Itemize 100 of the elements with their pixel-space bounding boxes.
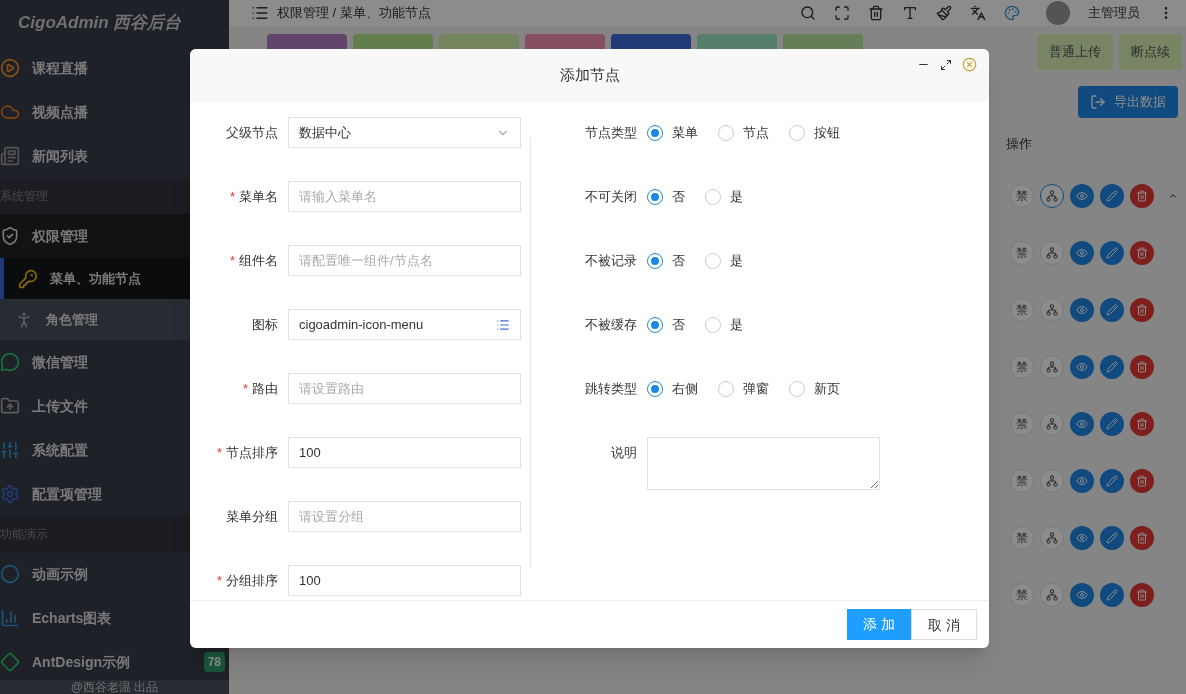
edit-button[interactable]: [1100, 582, 1124, 607]
ban-button[interactable]: 禁: [1010, 183, 1034, 208]
sidebar-footer: @西谷老温 出品: [0, 680, 229, 694]
translate-icon[interactable]: [970, 5, 986, 21]
view-button[interactable]: [1070, 525, 1094, 550]
view-button[interactable]: [1070, 468, 1094, 493]
radio-option[interactable]: 弹窗: [718, 378, 769, 399]
ban-button[interactable]: 禁: [1010, 411, 1034, 436]
trash-icon: [1136, 303, 1148, 316]
radio-option[interactable]: 按钮: [789, 122, 840, 143]
menu-item[interactable]: 课程直播: [0, 46, 229, 90]
add-button[interactable]: 添 加: [847, 609, 912, 640]
field-label: 菜单名: [239, 187, 278, 206]
close-icon[interactable]: [962, 57, 977, 72]
delete-button[interactable]: [1130, 297, 1154, 322]
view-button[interactable]: [1070, 183, 1094, 208]
palette-icon[interactable]: [1004, 5, 1020, 21]
radio-option[interactable]: 否: [647, 250, 685, 271]
radio-option[interactable]: 菜单: [647, 122, 698, 143]
view-button[interactable]: [1070, 240, 1094, 265]
node-button[interactable]: [1040, 183, 1064, 208]
radio-option[interactable]: 右侧: [647, 378, 698, 399]
eye-icon: [1076, 303, 1088, 316]
ban-button[interactable]: 禁: [1010, 354, 1034, 379]
edit-button[interactable]: [1100, 468, 1124, 493]
cancel-button[interactable]: 取 消: [911, 609, 977, 640]
view-button[interactable]: [1070, 354, 1094, 379]
edit-button[interactable]: [1100, 297, 1124, 322]
field-label: 节点排序: [226, 443, 278, 462]
delete-button[interactable]: [1130, 582, 1154, 607]
edit-button[interactable]: [1100, 354, 1124, 379]
export-button[interactable]: 导出数据: [1078, 86, 1178, 118]
view-button[interactable]: [1070, 411, 1094, 436]
field-label: 跳转类型: [585, 379, 637, 398]
radio-option[interactable]: 是: [705, 186, 743, 207]
trash-icon[interactable]: [868, 5, 884, 21]
icon-field[interactable]: cigoadmin-icon-menu: [288, 309, 521, 340]
newspaper-icon: [0, 146, 20, 166]
trash-icon: [1136, 360, 1148, 373]
delete-button[interactable]: [1130, 525, 1154, 550]
fullscreen-icon[interactable]: [834, 5, 850, 21]
eye-icon: [1076, 474, 1088, 487]
ban-button[interactable]: 禁: [1010, 297, 1034, 322]
column-header: 操作: [1005, 134, 1033, 153]
input-field[interactable]: 100: [288, 437, 521, 468]
key-icon: [18, 268, 38, 289]
ban-button[interactable]: 禁: [1010, 525, 1034, 550]
delete-button[interactable]: [1130, 183, 1154, 208]
delete-button[interactable]: [1130, 468, 1154, 493]
play-icon: [0, 58, 20, 78]
radio-option[interactable]: 否: [647, 186, 685, 207]
chat-icon: [0, 352, 20, 372]
maximize-icon[interactable]: [940, 58, 952, 71]
delete-button[interactable]: [1130, 411, 1154, 436]
user-name[interactable]: 主管理员: [1088, 3, 1140, 23]
input-field[interactable]: 请设置分组: [288, 501, 521, 532]
required-mark: *: [216, 571, 222, 590]
nodes-icon: [1046, 531, 1058, 544]
required-mark: *: [242, 379, 248, 398]
cloud-icon: [0, 102, 20, 122]
edit-button[interactable]: [1100, 411, 1124, 436]
input-field[interactable]: 请输入菜单名: [288, 181, 521, 212]
upload-tab[interactable]: 断点续: [1119, 34, 1182, 70]
view-button[interactable]: [1070, 297, 1094, 322]
avatar[interactable]: [1046, 1, 1070, 25]
trash-icon: [1136, 246, 1148, 259]
brush-icon[interactable]: [936, 5, 952, 21]
menu-item[interactable]: 上传文件: [0, 384, 229, 428]
input-field[interactable]: 请设置路由: [288, 373, 521, 404]
nodes-icon: [1046, 246, 1058, 259]
field-label: 菜单分组: [226, 507, 278, 526]
input-field[interactable]: 100: [288, 565, 521, 596]
ban-button[interactable]: 禁: [1010, 240, 1034, 265]
delete-button[interactable]: [1130, 240, 1154, 265]
nodes-icon: [1046, 474, 1058, 487]
view-button[interactable]: [1070, 582, 1094, 607]
ban-button[interactable]: 禁: [1010, 468, 1034, 493]
search-icon[interactable]: [800, 5, 816, 21]
radio-option[interactable]: 新页: [789, 378, 840, 399]
radio-option[interactable]: 节点: [718, 122, 769, 143]
trash-icon: [1136, 474, 1148, 487]
radio-option[interactable]: 是: [705, 314, 743, 335]
menu-item[interactable]: AntDesign示例 78: [0, 640, 229, 680]
menu-item[interactable]: 微信管理: [0, 340, 229, 384]
delete-button[interactable]: [1130, 354, 1154, 379]
description-field[interactable]: [647, 437, 880, 490]
radio-option[interactable]: 否: [647, 314, 685, 335]
edit-button[interactable]: [1100, 183, 1124, 208]
pencil-icon: [1106, 531, 1118, 544]
edit-button[interactable]: [1100, 240, 1124, 265]
font-size-icon[interactable]: [902, 5, 918, 21]
nodes-icon: [1046, 303, 1058, 316]
upload-tab[interactable]: 普通上传: [1037, 34, 1113, 70]
radio-option[interactable]: 是: [705, 250, 743, 271]
edit-button[interactable]: [1100, 525, 1124, 550]
ban-button[interactable]: 禁: [1010, 582, 1034, 607]
menu-item[interactable]: Echarts图表: [0, 596, 229, 640]
menu-icon[interactable]: [251, 4, 269, 22]
select-field[interactable]: 数据中心: [288, 117, 521, 148]
list-icon[interactable]: [496, 317, 510, 332]
